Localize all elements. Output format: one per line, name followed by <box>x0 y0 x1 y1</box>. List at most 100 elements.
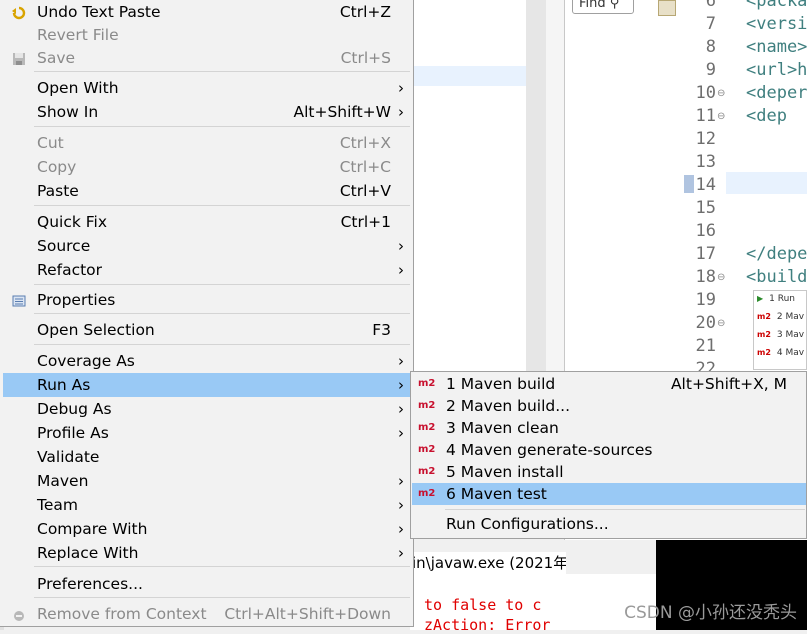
menu-item-label: Compare With <box>37 520 148 538</box>
menu-item-properties[interactable]: Properties <box>3 288 410 312</box>
code-line: </depe <box>746 244 807 264</box>
menu-item-validate[interactable]: Validate <box>3 445 410 469</box>
menu-item-open-with[interactable]: Open With › <box>3 76 410 100</box>
chevron-right-icon: › <box>398 496 404 514</box>
current-line-highlight <box>726 172 807 194</box>
menu-item-source[interactable]: Source › <box>3 234 410 258</box>
line-number: 6 <box>705 0 716 11</box>
menu-item-cut[interactable]: Cut Ctrl+X <box>3 131 410 155</box>
run-as-item-1-maven-build[interactable]: m2 1 Maven build Alt+Shift+X, M <box>412 373 806 395</box>
menu-item-coverage-as[interactable]: Coverage As › <box>3 349 410 373</box>
preview-row: ▶ 1 Run <box>757 294 796 304</box>
menu-item-profile-as[interactable]: Profile As › <box>3 421 410 445</box>
menu-item-shortcut: Ctrl+V <box>339 182 391 200</box>
run-as-item-label: 6 Maven test <box>446 485 547 503</box>
menu-separator <box>34 205 410 206</box>
run-as-item-4-maven-generate-sources[interactable]: m2 4 Maven generate-sources <box>412 439 806 461</box>
remove-context-icon <box>11 606 27 622</box>
menu-item-label: Maven <box>37 472 89 490</box>
line-number: 18 <box>695 267 716 287</box>
console-error-line: to false to c <box>424 596 542 614</box>
menu-item-paste[interactable]: Paste Ctrl+V <box>3 179 410 203</box>
menu-item-save[interactable]: Save Ctrl+S <box>3 46 410 70</box>
menu-item-team[interactable]: Team › <box>3 493 410 517</box>
chevron-right-icon: › <box>398 352 404 370</box>
menu-item-replace-with[interactable]: Replace With › <box>3 541 410 565</box>
menu-separator <box>34 126 410 127</box>
fold-toggle-icon[interactable]: ⊖ <box>717 272 725 283</box>
run-as-item-label: 3 Maven clean <box>446 419 559 437</box>
maven-m2-icon: m2 <box>418 378 436 389</box>
run-configurations-item[interactable]: Run Configurations... <box>412 513 806 535</box>
chevron-right-icon: › <box>398 520 404 538</box>
menu-item-label: Show In <box>37 103 99 121</box>
menu-item-shortcut: Alt+Shift+W <box>293 103 391 121</box>
menu-item-shortcut: Ctrl+S <box>340 49 391 67</box>
code-line: <name> <box>746 37 807 57</box>
console-error-line: zAction: Error <box>424 616 551 634</box>
chevron-right-icon: › <box>398 424 404 442</box>
line-number: 13 <box>695 152 716 172</box>
fold-toggle-icon[interactable]: ⊖ <box>717 318 725 329</box>
run-as-item-6-maven-test[interactable]: m2 6 Maven test <box>412 483 806 505</box>
run-as-item-5-maven-install[interactable]: m2 5 Maven install <box>412 461 806 483</box>
menu-item-open-selection[interactable]: Open Selection F3 <box>3 318 410 342</box>
find-input[interactable]: Find ⚲ <box>572 0 634 14</box>
menu-item-debug-as[interactable]: Debug As › <box>3 397 410 421</box>
menu-separator <box>34 71 410 72</box>
menu-item-shortcut: F3 <box>372 321 391 339</box>
preview-row: m2 2 Mav <box>757 312 805 322</box>
menu-separator <box>34 597 410 598</box>
menu-item-label: Cut <box>37 134 64 152</box>
menu-item-label: Open Selection <box>37 321 155 339</box>
menu-item-run-as[interactable]: Run As › <box>3 373 410 397</box>
menu-item-revert-file[interactable]: Revert File <box>3 23 410 47</box>
menu-item-quick-fix[interactable]: Quick Fix Ctrl+1 <box>3 210 410 234</box>
menu-separator <box>34 313 410 314</box>
menu-item-label: Remove from Context <box>37 605 207 623</box>
menu-item-label: Copy <box>37 158 77 176</box>
menu-item-compare-with[interactable]: Compare With › <box>3 517 410 541</box>
menu-item-remove-from-context[interactable]: Remove from Context Ctrl+Alt+Shift+Down <box>3 602 410 626</box>
menu-item-label: Profile As <box>37 424 109 442</box>
line-number: 14 <box>695 175 716 195</box>
line-number: 21 <box>695 336 716 356</box>
undo-icon <box>11 4 27 20</box>
menu-item-label: Quick Fix <box>37 213 108 231</box>
line-number: 17 <box>695 244 716 264</box>
menu-item-label: Debug As <box>37 400 112 418</box>
run-as-item-2-maven-build[interactable]: m2 2 Maven build... <box>412 395 806 417</box>
watermark: CSDN @小孙还没秃头 <box>624 603 797 623</box>
code-line: <build <box>746 267 807 287</box>
code-line: <deper <box>746 83 807 103</box>
code-line: <dep <box>746 106 787 126</box>
line-number: 20 <box>695 313 716 333</box>
line-number: 15 <box>695 198 716 218</box>
menu-item-label: Properties <box>37 291 116 309</box>
menu-item-label: Undo Text Paste <box>37 3 161 21</box>
menu-item-label: Validate <box>37 448 100 466</box>
menu-separator <box>34 284 410 285</box>
run-as-item-3-maven-clean[interactable]: m2 3 Maven clean <box>412 417 806 439</box>
toolbar-icon[interactable] <box>658 0 676 16</box>
menu-item-label: Refactor <box>37 261 103 279</box>
run-popup-preview: ▶ 1 Run m2 2 Mav m2 3 Mav m2 4 Mav <box>753 290 807 370</box>
run-as-item-label: 5 Maven install <box>446 463 564 481</box>
fold-toggle-icon[interactable]: ⊖ <box>717 111 725 122</box>
console-process-label: in\javaw.exe (2021年 <box>410 552 566 574</box>
menu-item-copy[interactable]: Copy Ctrl+C <box>3 155 410 179</box>
chevron-right-icon: › <box>398 472 404 490</box>
menu-item-maven[interactable]: Maven › <box>3 469 410 493</box>
menu-item-preferences[interactable]: Preferences... <box>3 572 410 596</box>
menu-item-undo-text-paste[interactable]: Undo Text Paste Ctrl+Z <box>3 0 410 24</box>
chevron-right-icon: › <box>398 544 404 562</box>
line-number: 11 <box>695 106 716 126</box>
menu-item-label: Coverage As <box>37 352 135 370</box>
menu-item-refactor[interactable]: Refactor › <box>3 258 410 282</box>
menu-item-shortcut: Ctrl+1 <box>340 213 391 231</box>
menu-item-label: Run As <box>37 376 91 394</box>
code-line: <url>h <box>746 60 807 80</box>
fold-toggle-icon[interactable]: ⊖ <box>717 88 725 99</box>
menu-item-show-in[interactable]: Show In Alt+Shift+W › <box>3 100 410 124</box>
line-number: 8 <box>705 37 716 57</box>
